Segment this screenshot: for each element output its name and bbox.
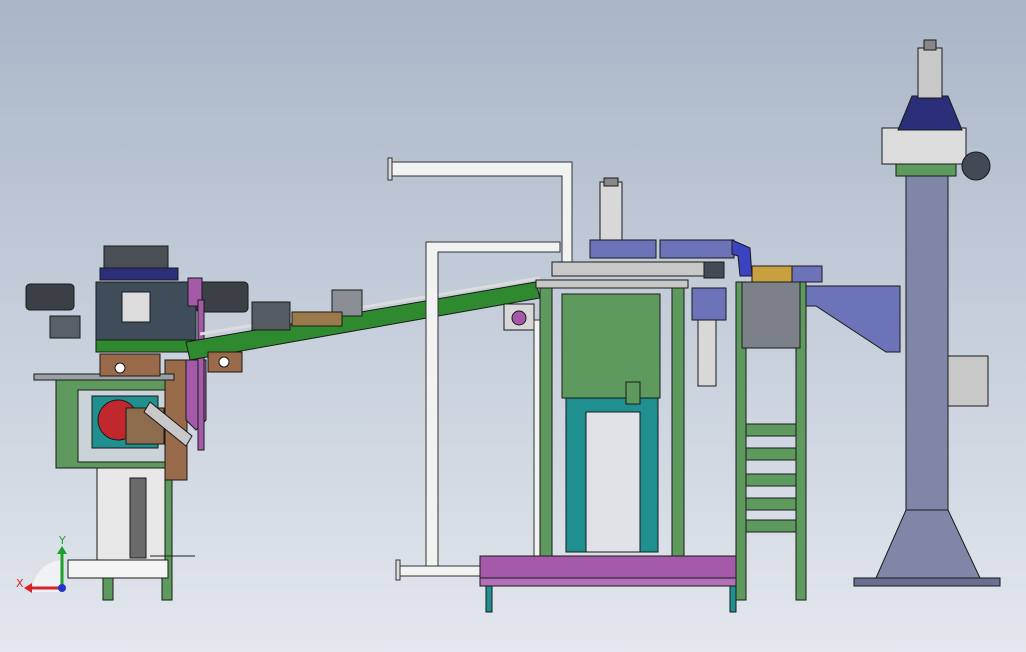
- center-blue-beam-2: [659, 239, 735, 259]
- column-foot: [853, 577, 1001, 587]
- left-shaft: [129, 477, 147, 559]
- center-frame-left: [539, 283, 553, 557]
- left-brown-bracket: [99, 353, 161, 377]
- ladder-rung-1: [745, 423, 797, 437]
- left-rod: [197, 299, 205, 451]
- conveyor-end-roller: [511, 310, 527, 326]
- ladder-top-block: [751, 265, 795, 283]
- conveyor-support-bolt: [218, 356, 230, 368]
- column-head-motor: [961, 151, 991, 181]
- left-motor-left-2: [49, 315, 81, 339]
- ladder-rung-3: [745, 473, 797, 487]
- center-base-lower: [479, 577, 737, 587]
- conveyor-carrier-3: [291, 311, 343, 327]
- center-base-purple: [479, 555, 737, 579]
- center-foot-left: [485, 585, 493, 613]
- tube-top-endcap: [387, 157, 393, 181]
- center-green-panel: [561, 293, 661, 399]
- conveyor-carrier-1: [251, 301, 291, 331]
- center-blue-beam-1: [589, 239, 657, 259]
- ladder-rung-2: [745, 447, 797, 461]
- column-head-housing: [881, 127, 967, 165]
- column-side-box: [947, 355, 989, 407]
- left-motor-left-1: [25, 283, 75, 311]
- left-bearing: [114, 362, 126, 374]
- center-cylinder-cap: [603, 177, 619, 187]
- center-slide-rail: [551, 261, 723, 277]
- center-frame-top: [535, 279, 689, 289]
- ladder-top-blue: [791, 265, 823, 283]
- ladder-rung-4: [745, 497, 797, 511]
- ladder-roller: [741, 281, 801, 349]
- machine-assembly-drawing[interactable]: Y X: [0, 0, 1026, 652]
- center-guide-cylinder: [697, 319, 717, 387]
- center-cylinder-vertical: [599, 181, 623, 245]
- left-cylinder: [121, 291, 151, 323]
- tube-bottom-endcap: [395, 559, 401, 581]
- ladder-rung-5: [745, 519, 797, 533]
- center-frame-right: [671, 283, 685, 557]
- center-guide-bracket: [691, 287, 727, 321]
- center-slide-block: [703, 261, 725, 279]
- left-foot-plate: [67, 559, 169, 579]
- tube-bottom-run: [397, 565, 481, 577]
- center-teal-opening: [585, 411, 641, 553]
- triad-z-origin: [58, 584, 66, 592]
- cad-viewport[interactable]: Y X: [0, 0, 1026, 652]
- column-top-cap: [923, 39, 937, 51]
- left-top-cap: [99, 267, 179, 281]
- column-top-spindle: [917, 47, 943, 99]
- triad-x-label: X: [16, 577, 24, 590]
- center-switch-box: [625, 381, 641, 405]
- triad-y-label: Y: [58, 534, 66, 547]
- center-foot-right: [729, 585, 737, 613]
